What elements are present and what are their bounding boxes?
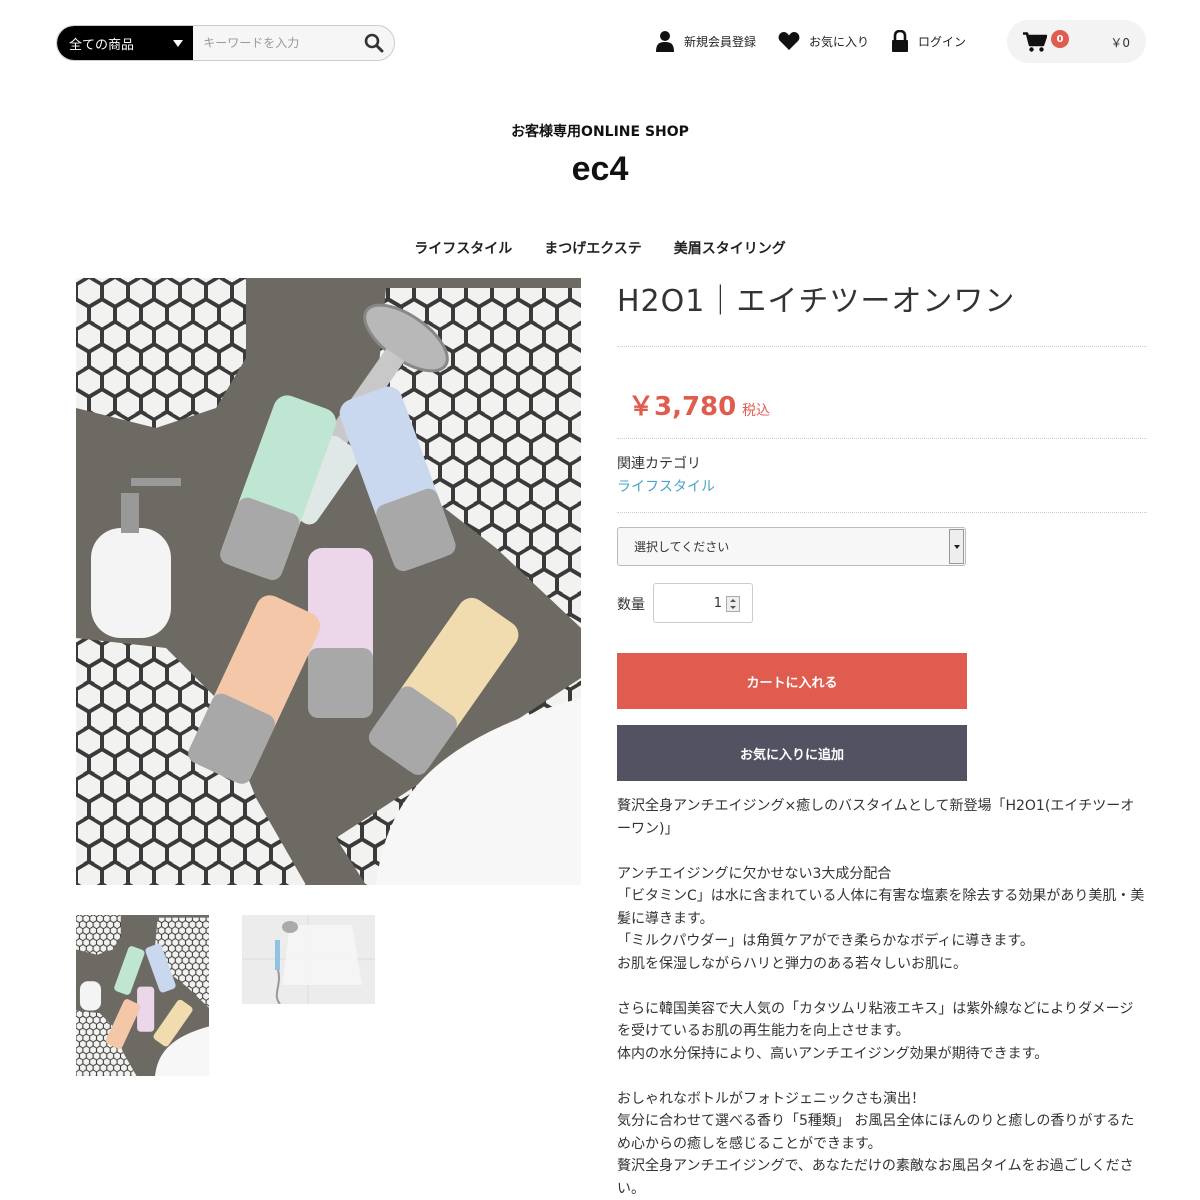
register-label: 新規会員登録 bbox=[684, 34, 757, 49]
tax-label: 税込 bbox=[742, 403, 770, 419]
add-to-cart-button[interactable]: カートに入れる bbox=[617, 653, 967, 709]
add-to-favorites-button[interactable]: お気に入りに追加 bbox=[617, 725, 967, 781]
variant-select-value: 選択してください bbox=[634, 540, 730, 554]
cart-count-badge: 0 bbox=[1051, 30, 1069, 48]
search-icon bbox=[364, 33, 384, 53]
description-paragraph: さらに韓国美容で大人気の「カタツムリ粘液エキス」は紫外線などによりダメージを受け… bbox=[617, 1000, 1134, 1062]
gnav-item-lifestyle[interactable]: ライフスタイル bbox=[414, 238, 512, 258]
search-input[interactable] bbox=[193, 26, 354, 60]
description-paragraph: アンチエイジングに欠かせない3大成分配合 「ビタミンC」は水に含まれている人体に… bbox=[617, 865, 1145, 972]
cart-total: ￥0 bbox=[1110, 36, 1130, 50]
category-select-label: 全ての商品 bbox=[69, 37, 135, 53]
thumbnail-2[interactable] bbox=[242, 915, 375, 1004]
related-category-label: 関連カテゴリ bbox=[617, 456, 701, 472]
quantity-value: 1 bbox=[713, 596, 722, 611]
site-header: 全ての商品 新規会員登録 お気に入り bbox=[0, 0, 1200, 90]
divider bbox=[617, 512, 1147, 513]
product-price: ￥3,780 bbox=[628, 392, 737, 422]
heart-icon bbox=[778, 32, 800, 50]
cart-button[interactable]: 0 ￥0 bbox=[1007, 20, 1146, 63]
login-link[interactable]: ログイン bbox=[891, 30, 966, 52]
global-nav: ライフスタイル まつげエクステ 美眉スタイリング bbox=[0, 238, 1200, 258]
divider bbox=[617, 438, 1147, 439]
quantity-label: 数量 bbox=[617, 597, 645, 613]
search-button[interactable] bbox=[353, 26, 394, 60]
register-link[interactable]: 新規会員登録 bbox=[655, 30, 756, 52]
chevron-down-icon bbox=[173, 40, 184, 47]
quantity-stepper[interactable]: 1 bbox=[653, 583, 753, 623]
login-label: ログイン bbox=[918, 34, 967, 49]
variant-select[interactable]: 選択してください bbox=[617, 527, 966, 566]
product-description: 贅沢全身アンチエイジング×癒しのバスタイムとして新登場「H2O1(エイチツーオー… bbox=[617, 795, 1147, 1200]
description-paragraph: 贅沢全身アンチエイジング×癒しのバスタイムとして新登場「H2O1(エイチツーオー… bbox=[617, 798, 1135, 837]
shop-subtitle: お客様専用ONLINE SHOP bbox=[511, 124, 689, 140]
chevron-down-icon bbox=[949, 529, 964, 564]
thumbnail-1[interactable] bbox=[76, 915, 209, 1076]
favorites-link[interactable]: お気に入り bbox=[778, 31, 869, 51]
product-name: H2O1｜エイチツーオンワン bbox=[617, 284, 1016, 319]
search-bar: 全ての商品 bbox=[56, 25, 395, 61]
product-main-image bbox=[76, 278, 581, 885]
user-icon bbox=[656, 31, 674, 52]
divider bbox=[617, 346, 1147, 347]
cart-icon bbox=[1023, 32, 1047, 52]
related-category-link[interactable]: ライフスタイル bbox=[617, 476, 715, 496]
gnav-item-eyebrow[interactable]: 美眉スタイリング bbox=[674, 238, 786, 258]
spinner-icon[interactable] bbox=[726, 596, 740, 612]
favorites-label: お気に入り bbox=[809, 34, 870, 49]
shop-logo[interactable]: ec4 bbox=[0, 150, 1200, 189]
gnav-item-eyelash[interactable]: まつげエクステ bbox=[544, 238, 642, 258]
category-select[interactable]: 全ての商品 bbox=[57, 26, 194, 60]
header-nav: 新規会員登録 お気に入り ログイン bbox=[655, 30, 988, 52]
description-paragraph: おしゃれなボトルがフォトジェニックさも演出！ 気分に合わせて選べる香り「5種類」… bbox=[617, 1090, 1135, 1197]
lock-icon bbox=[892, 30, 909, 52]
